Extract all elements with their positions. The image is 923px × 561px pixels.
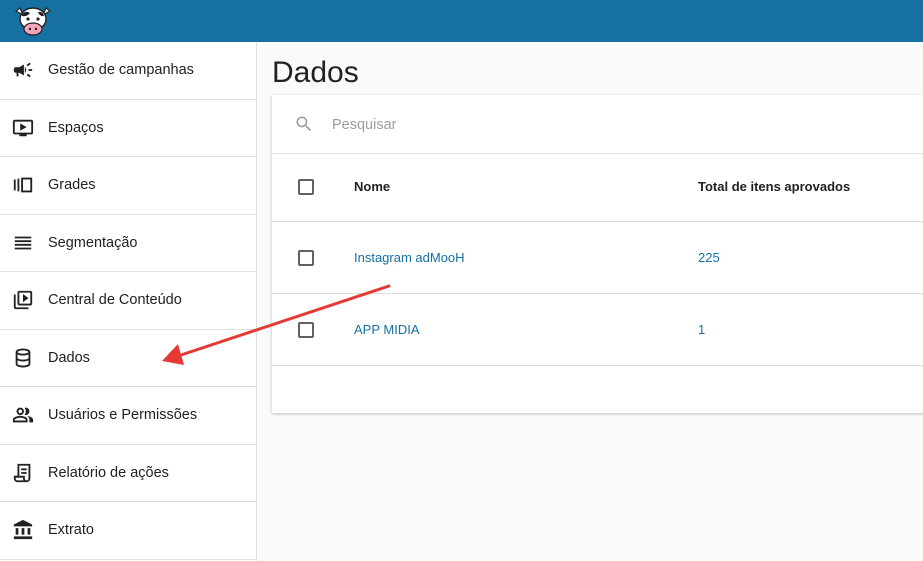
row-name-link[interactable]: Instagram adMooH [354, 250, 465, 265]
sidebar-item-central-de-conteudo[interactable]: Central de Conteúdo [0, 272, 256, 330]
page-title: Dados [272, 56, 359, 89]
bank-icon [13, 520, 33, 540]
sidebar-item-gestao-de-campanhas[interactable]: Gestão de campanhas [0, 42, 256, 100]
sidebar-item-dados[interactable]: Dados [0, 330, 256, 387]
row-total[interactable]: 1 [698, 322, 705, 337]
select-all-checkbox[interactable] [298, 179, 314, 195]
sidebar-item-label: Dados [48, 349, 90, 366]
megaphone-icon [13, 62, 33, 78]
top-bar [0, 0, 923, 42]
lines-icon [14, 236, 32, 250]
column-header-name[interactable]: Nome [354, 179, 390, 194]
database-icon [15, 348, 31, 368]
sidebar-item-label: Central de Conteúdo [48, 292, 182, 309]
row-name-link[interactable]: APP MIDIA [354, 322, 420, 337]
table-header: Nome Total de itens aprovados [272, 153, 923, 222]
row-total[interactable]: 225 [698, 250, 720, 265]
sidebar-item-label: Segmentação [48, 234, 138, 251]
tv-play-icon [12, 119, 34, 136]
row-checkbox[interactable] [298, 322, 314, 338]
table-row[interactable]: Instagram adMooH 225 [272, 221, 923, 294]
row-checkbox[interactable] [298, 250, 314, 266]
sidebar-item-espacos[interactable]: Espaços [0, 100, 256, 157]
cow-logo-icon[interactable] [12, 4, 54, 38]
carousel-icon [13, 177, 33, 193]
report-icon [13, 463, 31, 482]
sidebar-item-label: Relatório de ações [48, 464, 169, 481]
search-input[interactable] [330, 112, 734, 138]
sidebar-item-label: Extrato [48, 522, 94, 539]
sidebar-item-usuarios-e-permissoes[interactable]: Usuários e Permissões [0, 387, 256, 445]
sidebar-item-label: Gestão de campanhas [48, 62, 194, 79]
table-row[interactable]: APP MIDIA 1 [272, 293, 923, 366]
video-library-icon [13, 291, 33, 310]
sidebar: Gestão de campanhas Espaços Grades Segme… [0, 42, 257, 561]
sidebar-item-label: Espaços [48, 119, 104, 136]
data-table-card: Nome Total de itens aprovados Instagram … [272, 95, 923, 413]
search-bar [272, 95, 923, 154]
sidebar-item-label: Grades [48, 177, 96, 194]
column-header-total[interactable]: Total de itens aprovados [698, 179, 850, 194]
sidebar-item-relatorio-de-acoes[interactable]: Relatório de ações [0, 445, 256, 502]
people-icon [12, 407, 34, 423]
sidebar-item-extrato[interactable]: Extrato [0, 502, 256, 560]
sidebar-item-label: Usuários e Permissões [48, 407, 198, 424]
sidebar-item-grades[interactable]: Grades [0, 157, 256, 215]
search-icon [296, 116, 312, 132]
sidebar-item-segmentacao[interactable]: Segmentação [0, 215, 256, 272]
